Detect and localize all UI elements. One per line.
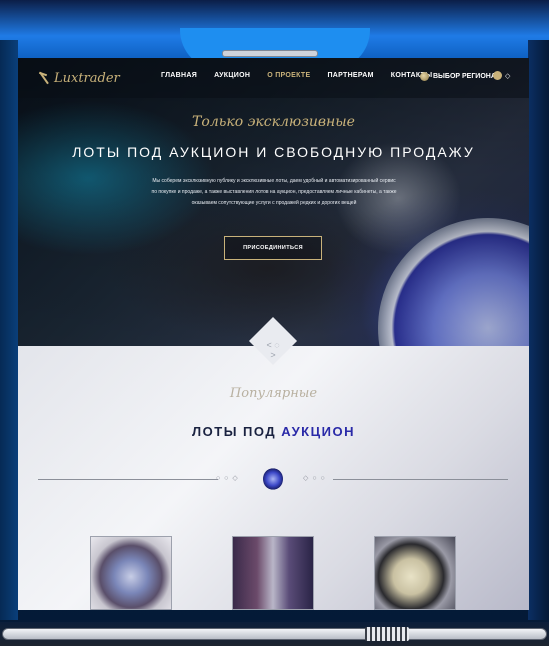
divider-line-left: [38, 479, 218, 480]
lots-title-main: ЛОТЫ ПОД: [192, 424, 277, 439]
hero-script-title: Только эксклюзивные: [192, 114, 355, 130]
join-button[interactable]: ПРИСОЕДИНИТЬСЯ: [224, 236, 322, 260]
hero-text-line: оказываем сопутствующие услуги с продаже…: [191, 200, 357, 206]
device-grip: [365, 627, 409, 641]
device-bottom-bar: [2, 628, 547, 640]
device-speaker-slot: [222, 50, 318, 57]
watch-icon: [263, 468, 283, 490]
language-arrow: ◇: [505, 72, 511, 80]
lot-card-bottles[interactable]: [232, 536, 314, 610]
lots-title-accent: АУКЦИОН: [281, 424, 355, 439]
nav-menu: ГЛАВНАЯ АУКЦИОН О ПРОЕКТЕ ПАРТНЕРАМ КОНТ…: [161, 72, 449, 79]
device-frame-left: [0, 40, 18, 620]
lot-card-chronograph[interactable]: [374, 536, 456, 610]
lots-title: ЛОТЫ ПОД АУКЦИОН: [18, 424, 529, 439]
site-logo[interactable]: Luxtrader: [38, 67, 120, 89]
diamond-ornament-icon: < ◌ >: [266, 340, 280, 360]
logo-text: Luxtrader: [54, 70, 120, 86]
divider-ornament-right: ◇ ○ ○: [303, 475, 326, 482]
language-icon: [493, 71, 502, 80]
website-screen: Luxtrader ГЛАВНАЯ АУКЦИОН О ПРОЕКТЕ ПАРТ…: [18, 58, 529, 610]
device-frame-right: [528, 40, 549, 620]
divider-ornament-left: ○ ○ ◇: [216, 475, 239, 482]
region-label: ВЫБОР РЕГИОНА: [433, 73, 496, 80]
nav-item-auction[interactable]: АУКЦИОН: [214, 72, 250, 79]
popular-lots-section: Популярные ЛОТЫ ПОД АУКЦИОН ○ ○ ◇ ◇ ○ ○: [18, 346, 529, 610]
hero-title: ЛОТЫ ПОД АУКЦИОН И СВОБОДНУЮ ПРОДАЖУ: [72, 144, 475, 160]
nav-item-partners[interactable]: ПАРТНЕРАМ: [327, 72, 373, 79]
globe-icon: [420, 72, 429, 81]
region-selector[interactable]: ВЫБОР РЕГИОНА: [420, 72, 496, 81]
main-nav: Luxtrader ГЛАВНАЯ АУКЦИОН О ПРОЕКТЕ ПАРТ…: [18, 58, 529, 98]
hero-text-line: по покупке и продаже, а также выставлени…: [151, 189, 397, 195]
hero-text-line: Мы соберем эксклюзивную публику и эксклю…: [152, 178, 396, 184]
nav-item-about[interactable]: О ПРОЕКТЕ: [267, 72, 310, 79]
hero-description: Мы соберем эксклюзивную публику и эксклю…: [116, 176, 432, 209]
lots-script-title: Популярные: [229, 386, 318, 401]
lot-card-watch[interactable]: [90, 536, 172, 610]
language-selector[interactable]: ◇: [493, 71, 510, 80]
logo-icon: [38, 71, 50, 85]
hero-section: Luxtrader ГЛАВНАЯ АУКЦИОН О ПРОЕКТЕ ПАРТ…: [18, 58, 529, 438]
nav-item-home[interactable]: ГЛАВНАЯ: [161, 72, 197, 79]
divider-line-right: [333, 479, 508, 480]
